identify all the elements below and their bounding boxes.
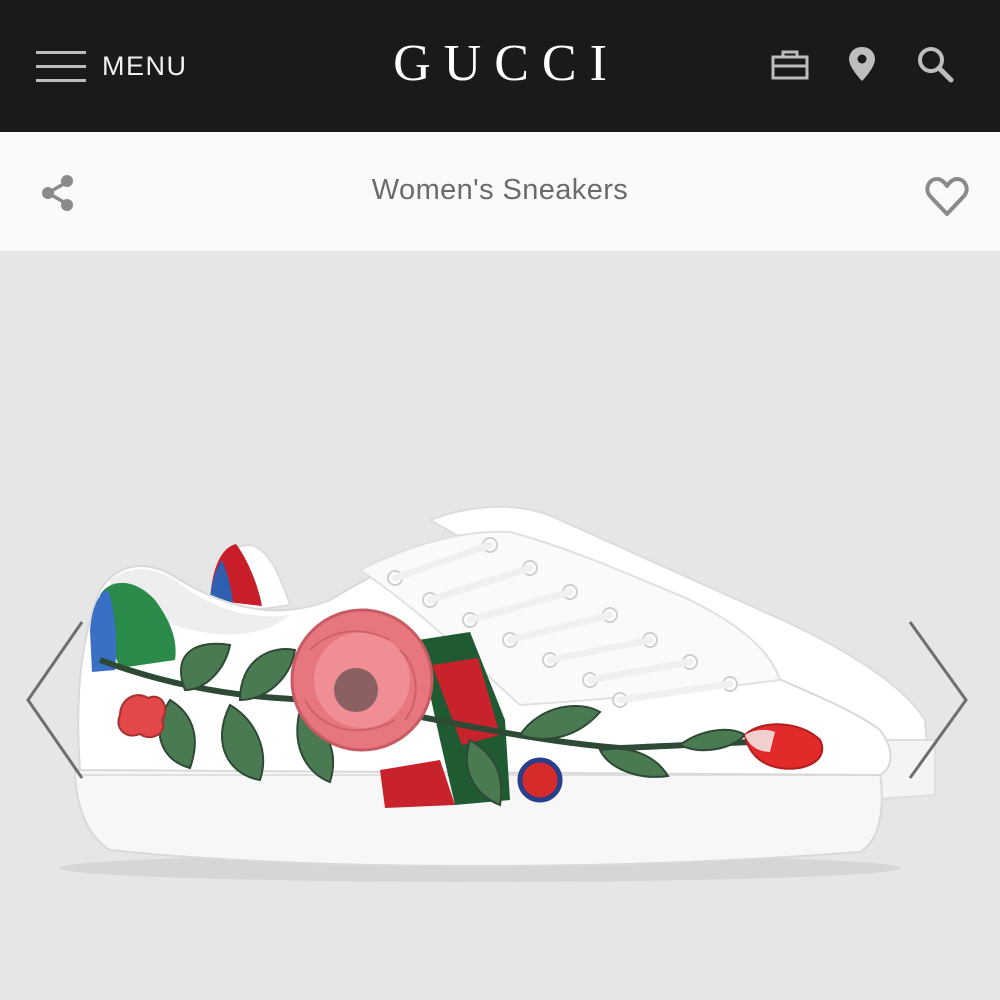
product-image-stage (0, 252, 1000, 1000)
top-navigation-bar: MENU GUCCI (0, 0, 1000, 132)
previous-image-arrow[interactable] (20, 620, 90, 780)
shopping-bag-icon[interactable] (770, 44, 810, 84)
next-image-arrow[interactable] (906, 620, 976, 780)
page-title: Women's Sneakers (371, 174, 629, 206)
search-icon[interactable] (915, 44, 955, 84)
location-pin-icon[interactable] (842, 44, 882, 84)
product-image[interactable] (0, 252, 1000, 1000)
